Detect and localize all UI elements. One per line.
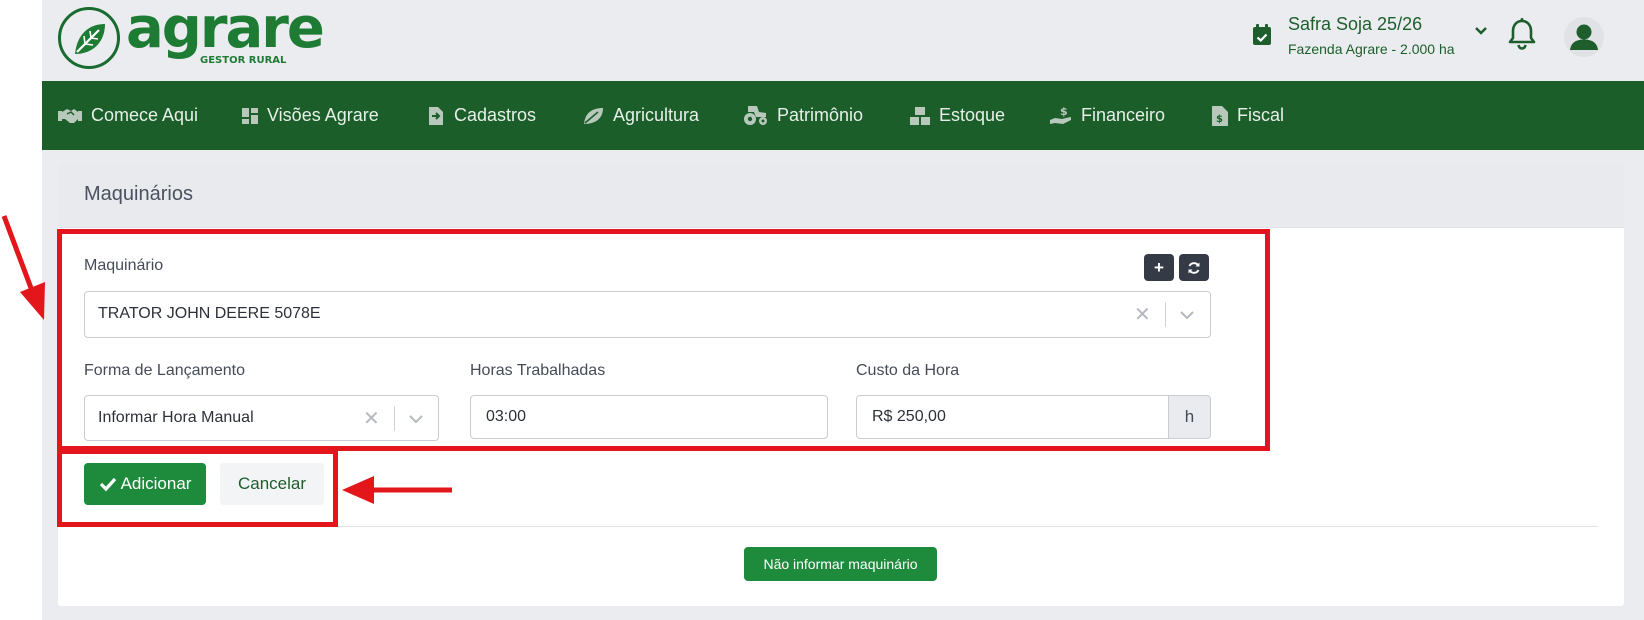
- leaf-icon: [75, 24, 105, 54]
- tractor-icon: [744, 105, 767, 125]
- nav-item-label: Cadastros: [454, 105, 537, 125]
- nav-item-comece-aqui[interactable]: Comece Aqui: [58, 81, 198, 150]
- nav-item-label: Financeiro: [1081, 105, 1166, 125]
- nav-item-label: Fiscal: [1237, 105, 1285, 125]
- nav-item-label: Patrimônio: [777, 105, 864, 125]
- calendar-check-icon: [1253, 24, 1271, 45]
- annotation-arrow-left-icon: [342, 476, 452, 504]
- nav-item-visoes-agrare[interactable]: Visões Agrare: [242, 81, 379, 150]
- user-icon: [1570, 24, 1598, 50]
- top-header: agrare GESTOR RURAL Safra Soja 25/26 Faz…: [42, 0, 1644, 81]
- main-nav: Comece Aqui Visões Agrare Cadastros Agri…: [42, 81, 1644, 150]
- season-farm: Fazenda Agrare - 2.000 ha: [1288, 41, 1455, 57]
- leaf-icon: [584, 107, 603, 124]
- nav-item-label: Estoque: [939, 105, 1006, 125]
- dashboard-icon: [242, 107, 258, 124]
- file-invoice-icon: $: [1212, 105, 1228, 126]
- hand-coin-icon: $: [1050, 106, 1071, 124]
- nav-item-label: Agricultura: [613, 105, 700, 125]
- file-arrow-icon: [429, 106, 443, 125]
- bell-icon[interactable]: [1508, 18, 1536, 50]
- brand-logo[interactable]: agrare GESTOR RURAL: [58, 0, 325, 74]
- season-title: Safra Soja 25/26: [1288, 14, 1423, 34]
- nav-item-agricultura[interactable]: Agricultura: [582, 81, 699, 150]
- card-title: Maquinários: [84, 183, 193, 205]
- annotation-arrow-down-icon: [1, 215, 45, 320]
- card-header: Maquinários: [58, 163, 1624, 228]
- nav-item-cadastros[interactable]: Cadastros: [427, 81, 536, 150]
- nav-item-estoque[interactable]: Estoque: [910, 81, 1005, 150]
- boxes-icon: [910, 106, 930, 125]
- skip-machinery-button[interactable]: Não informar maquinário: [744, 547, 937, 581]
- season-selector[interactable]: Safra Soja 25/26 Fazenda Agrare - 2.000 …: [1252, 12, 1512, 62]
- svg-text:$: $: [1060, 106, 1068, 118]
- avatar[interactable]: [1564, 17, 1604, 57]
- handshake-icon: [58, 108, 82, 123]
- nav-item-fiscal[interactable]: $ Fiscal: [1212, 81, 1284, 150]
- logo-circle: [58, 7, 120, 69]
- nav-item-patrimonio[interactable]: Patrimônio: [744, 81, 863, 150]
- nav-item-label: Comece Aqui: [91, 105, 199, 125]
- brand-name: agrare: [126, 0, 325, 61]
- form-highlight-box: [57, 229, 1270, 451]
- chevron-down-icon: [1475, 27, 1487, 35]
- brand-tagline: GESTOR RURAL: [200, 55, 287, 66]
- buttons-highlight-box: [57, 449, 338, 527]
- nav-item-financeiro[interactable]: $ Financeiro: [1050, 81, 1165, 150]
- nav-item-label: Visões Agrare: [267, 105, 379, 125]
- svg-text:$: $: [1216, 114, 1223, 125]
